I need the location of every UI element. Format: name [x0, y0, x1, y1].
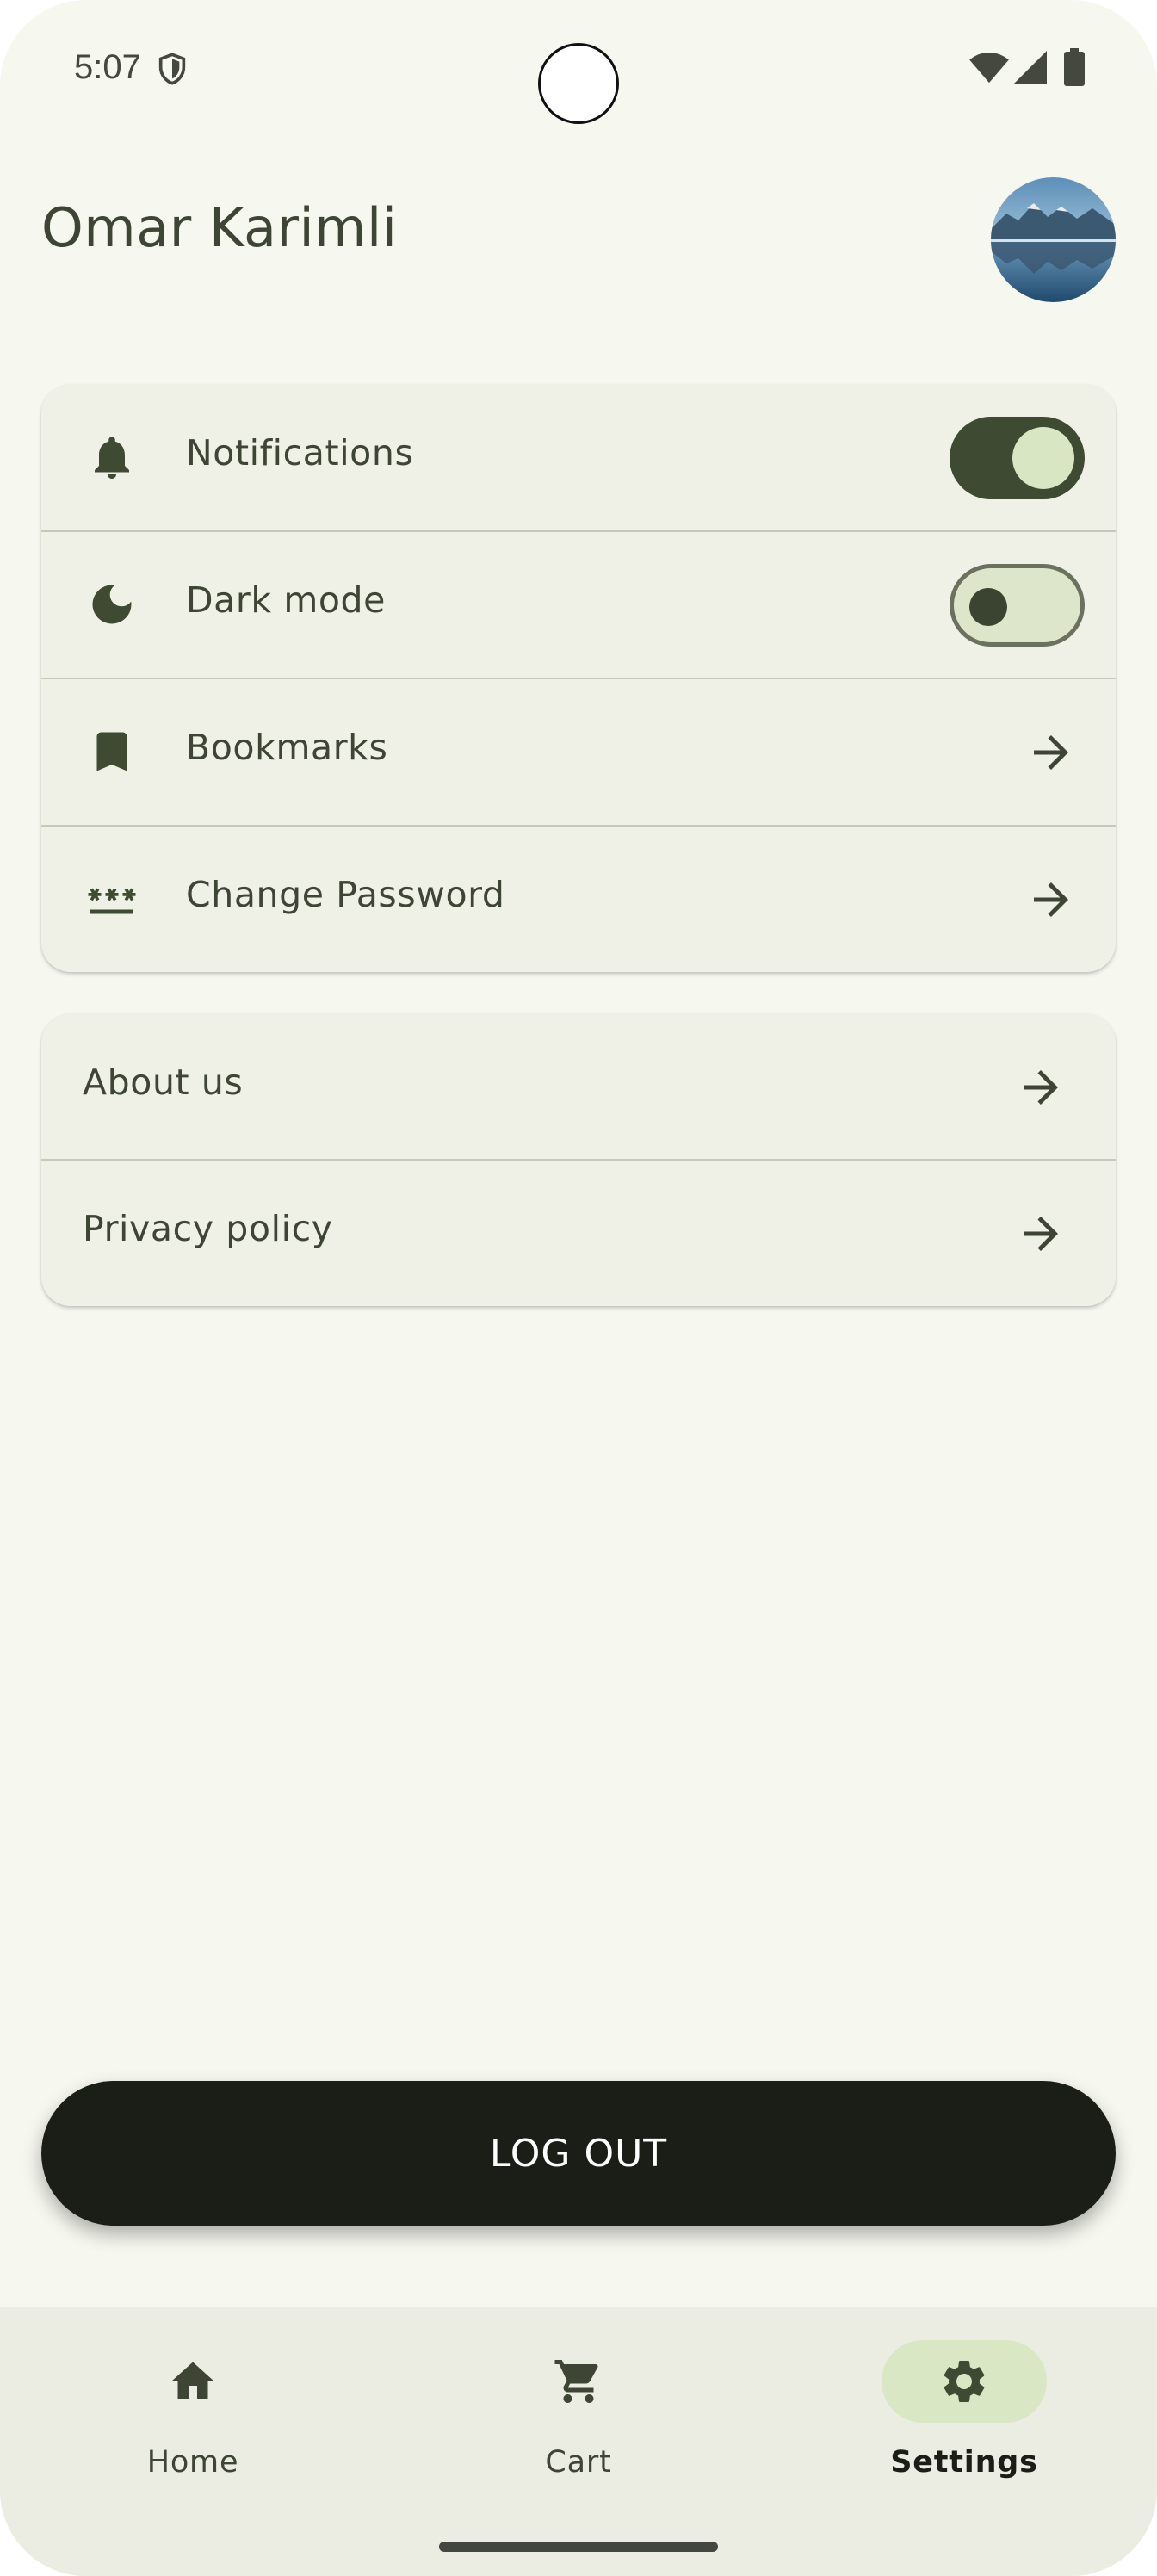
arrow-right-icon[interactable] — [1025, 874, 1077, 926]
privacy-policy-label: Privacy policy — [83, 1208, 333, 1249]
bookmarks-label: Bookmarks — [186, 727, 388, 768]
nav-item-home[interactable]: Home — [0, 2307, 386, 2505]
toggle-knob — [1012, 427, 1074, 489]
logout-button[interactable]: LOG OUT — [41, 2081, 1116, 2226]
phone-screen: 5:07 Omar Karimli Notifications Dark mod… — [0, 0, 1157, 2576]
status-time: 5:07 — [74, 48, 141, 86]
password-icon — [88, 888, 136, 914]
change-password-label: Change Password — [186, 874, 505, 915]
avatar[interactable] — [991, 177, 1116, 302]
dark-mode-row[interactable]: Dark mode — [41, 531, 1116, 678]
cart-icon — [554, 2360, 598, 2403]
dark-mode-label: Dark mode — [186, 579, 387, 621]
change-password-row[interactable]: Change Password — [41, 826, 1116, 972]
nav-label-cart: Cart — [545, 2445, 612, 2480]
info-card: About us Privacy policy — [41, 1013, 1116, 1306]
home-icon — [171, 2362, 214, 2399]
camera-cutout — [538, 43, 619, 124]
notifications-label: Notifications — [186, 432, 414, 474]
nav-item-settings[interactable]: Settings — [771, 2307, 1157, 2505]
nav-label-home: Home — [146, 2445, 239, 2480]
nav-label-settings: Settings — [890, 2445, 1038, 2480]
arrow-right-icon[interactable] — [1015, 1208, 1067, 1260]
bookmark-icon — [96, 732, 127, 771]
gear-icon — [944, 2361, 985, 2402]
about-us-row[interactable]: About us — [41, 1013, 1116, 1161]
settings-card: Notifications Dark mode Bookmarks Change… — [41, 384, 1116, 972]
status-bar: 5:07 — [0, 0, 1157, 138]
nav-item-cart[interactable]: Cart — [386, 2307, 771, 2505]
wifi-icon — [969, 52, 1009, 84]
notifications-row[interactable]: Notifications — [41, 384, 1116, 531]
about-us-label: About us — [83, 1062, 244, 1103]
arrow-right-icon[interactable] — [1015, 1062, 1067, 1113]
page-title: Omar Karimli — [41, 196, 398, 259]
shield-icon — [158, 53, 186, 85]
dark-mode-toggle[interactable] — [950, 564, 1085, 647]
signal-icon — [1014, 51, 1047, 84]
notifications-toggle[interactable] — [950, 417, 1085, 499]
privacy-policy-row[interactable]: Privacy policy — [41, 1160, 1116, 1306]
moon-icon — [92, 585, 132, 624]
home-indicator[interactable] — [439, 2542, 718, 2552]
bell-icon — [95, 437, 129, 479]
bookmarks-row[interactable]: Bookmarks — [41, 678, 1116, 826]
bottom-nav: Home Cart Settings — [0, 2307, 1157, 2576]
battery-icon — [1064, 48, 1085, 86]
arrow-right-icon[interactable] — [1025, 727, 1077, 778]
toggle-knob — [969, 588, 1007, 626]
